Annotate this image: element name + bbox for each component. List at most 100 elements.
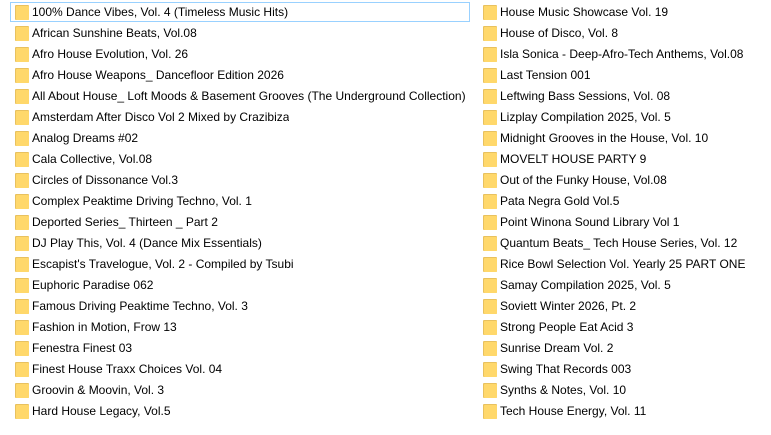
folder-name: Tech House Energy, Vol. 11 <box>500 404 647 418</box>
folder-name: Synths & Notes, Vol. 10 <box>500 383 627 397</box>
folder-name: Complex Peaktime Driving Techno, Vol. 1 <box>32 194 252 208</box>
folder-item[interactable]: Point Winona Sound Library Vol 1 <box>478 212 768 232</box>
folder-item[interactable]: Leftwing Bass Sessions, Vol. 08 <box>478 86 768 106</box>
folder-name: Escapist's Travelogue, Vol. 2 - Compiled… <box>32 257 294 271</box>
folder-icon <box>483 46 497 62</box>
folder-item[interactable]: Cala Collective, Vol.08 <box>10 149 470 169</box>
folder-item[interactable]: Swing That Records 003 <box>478 359 768 379</box>
folder-icon <box>15 172 29 188</box>
folder-item[interactable]: Out of the Funky House, Vol.08 <box>478 170 768 190</box>
folder-icon <box>483 172 497 188</box>
folder-name: Euphoric Paradise 062 <box>32 278 154 292</box>
folder-icon <box>483 88 497 104</box>
folder-item[interactable]: Afro House Evolution, Vol. 26 <box>10 44 470 64</box>
folder-icon <box>15 298 29 314</box>
folder-item[interactable]: Finest House Traxx Choices Vol. 04 <box>10 359 470 379</box>
folder-item[interactable]: Escapist's Travelogue, Vol. 2 - Compiled… <box>10 254 470 274</box>
folder-name: House of Disco, Vol. 8 <box>500 26 619 40</box>
folder-name: Out of the Funky House, Vol.08 <box>500 173 667 187</box>
folder-item[interactable]: Sunrise Dream Vol. 2 <box>478 338 768 358</box>
folder-item[interactable]: Hard House Legacy, Vol.5 <box>10 401 470 421</box>
folder-icon <box>483 340 497 356</box>
folder-name: Point Winona Sound Library Vol 1 <box>500 215 680 229</box>
folder-name: Groovin & Moovin, Vol. 3 <box>32 383 165 397</box>
folder-name: Quantum Beats_ Tech House Series, Vol. 1… <box>500 236 738 250</box>
folder-name: 100% Dance Vibes, Vol. 4 (Timeless Music… <box>32 5 289 19</box>
folder-item[interactable]: Quantum Beats_ Tech House Series, Vol. 1… <box>478 233 768 253</box>
folder-icon <box>15 340 29 356</box>
folder-icon <box>15 130 29 146</box>
folder-name: Soviett Winter 2026, Pt. 2 <box>500 299 637 313</box>
folder-name: Analog Dreams #02 <box>32 131 139 145</box>
folder-name: DJ Play This, Vol. 4 (Dance Mix Essentia… <box>32 236 262 250</box>
file-list: 100% Dance Vibes, Vol. 4 (Timeless Music… <box>0 0 771 435</box>
folder-icon <box>483 361 497 377</box>
folder-name: Circles of Dissonance Vol.3 <box>32 173 179 187</box>
folder-item[interactable]: DJ Play This, Vol. 4 (Dance Mix Essentia… <box>10 233 470 253</box>
folder-name: Rice Bowl Selection Vol. Yearly 25 PART … <box>500 257 746 271</box>
folder-item[interactable]: Circles of Dissonance Vol.3 <box>10 170 470 190</box>
folder-name: Isla Sonica - Deep-Afro-Tech Anthems, Vo… <box>500 47 744 61</box>
folder-item[interactable]: Strong People Eat Acid 3 <box>478 317 768 337</box>
folder-icon <box>483 214 497 230</box>
folder-item[interactable]: Fenestra Finest 03 <box>10 338 470 358</box>
folder-name: Amsterdam After Disco Vol 2 Mixed by Cra… <box>32 110 290 124</box>
folder-item[interactable]: Samay Compilation 2025, Vol. 5 <box>478 275 768 295</box>
folder-icon <box>15 256 29 272</box>
folder-icon <box>483 130 497 146</box>
folder-icon <box>483 235 497 251</box>
folder-item[interactable]: Afro House Weapons_ Dancefloor Edition 2… <box>10 65 470 85</box>
folder-item[interactable]: Amsterdam After Disco Vol 2 Mixed by Cra… <box>10 107 470 127</box>
folder-icon <box>15 151 29 167</box>
folder-name: Leftwing Bass Sessions, Vol. 08 <box>500 89 671 103</box>
folder-icon <box>483 277 497 293</box>
folder-item[interactable]: Lizplay Compilation 2025, Vol. 5 <box>478 107 768 127</box>
folder-item[interactable]: All About House_ Loft Moods & Basement G… <box>10 86 470 106</box>
folder-icon <box>15 361 29 377</box>
folder-item[interactable]: Analog Dreams #02 <box>10 128 470 148</box>
folder-name: Cala Collective, Vol.08 <box>32 152 153 166</box>
folder-name: All About House_ Loft Moods & Basement G… <box>32 89 466 103</box>
folder-item[interactable]: Deported Series_ Thirteen _ Part 2 <box>10 212 470 232</box>
folder-item[interactable]: Complex Peaktime Driving Techno, Vol. 1 <box>10 191 470 211</box>
folder-icon <box>483 403 497 419</box>
folder-icon <box>483 298 497 314</box>
folder-name: African Sunshine Beats, Vol.08 <box>32 26 197 40</box>
folder-icon <box>15 214 29 230</box>
folder-icon <box>15 193 29 209</box>
folder-name: Finest House Traxx Choices Vol. 04 <box>32 362 223 376</box>
folder-icon <box>15 67 29 83</box>
folder-icon <box>15 235 29 251</box>
folder-icon <box>15 277 29 293</box>
folder-icon <box>483 25 497 41</box>
folder-item[interactable]: MOVELT HOUSE PARTY 9 <box>478 149 768 169</box>
folder-item[interactable]: Rice Bowl Selection Vol. Yearly 25 PART … <box>478 254 768 274</box>
folder-icon <box>15 403 29 419</box>
folder-icon <box>483 4 497 20</box>
folder-name: Fashion in Motion, Frow 13 <box>32 320 177 334</box>
folder-item[interactable]: House of Disco, Vol. 8 <box>478 23 768 43</box>
folder-name: Famous Driving Peaktime Techno, Vol. 3 <box>32 299 248 313</box>
folder-icon <box>483 193 497 209</box>
folder-item[interactable]: Midnight Grooves in the House, Vol. 10 <box>478 128 768 148</box>
folder-item[interactable]: Pata Negra Gold Vol.5 <box>478 191 768 211</box>
folder-item[interactable]: Isla Sonica - Deep-Afro-Tech Anthems, Vo… <box>478 44 768 64</box>
folder-item[interactable]: House Music Showcase Vol. 19 <box>478 2 768 22</box>
folder-item[interactable]: Groovin & Moovin, Vol. 3 <box>10 380 470 400</box>
folder-item[interactable]: Tech House Energy, Vol. 11 <box>478 401 768 421</box>
folder-item[interactable]: 100% Dance Vibes, Vol. 4 (Timeless Music… <box>10 2 470 22</box>
folder-name: Deported Series_ Thirteen _ Part 2 <box>32 215 218 229</box>
folder-item[interactable]: Soviett Winter 2026, Pt. 2 <box>478 296 768 316</box>
folder-item[interactable]: Famous Driving Peaktime Techno, Vol. 3 <box>10 296 470 316</box>
folder-icon <box>15 88 29 104</box>
folder-icon <box>15 46 29 62</box>
folder-name: Last Tension 001 <box>500 68 591 82</box>
folder-item[interactable]: Fashion in Motion, Frow 13 <box>10 317 470 337</box>
folder-icon <box>15 319 29 335</box>
folder-item[interactable]: Last Tension 001 <box>478 65 768 85</box>
folder-icon <box>15 4 29 20</box>
folder-name: Swing That Records 003 <box>500 362 632 376</box>
folder-item[interactable]: Synths & Notes, Vol. 10 <box>478 380 768 400</box>
folder-item[interactable]: Euphoric Paradise 062 <box>10 275 470 295</box>
folder-item[interactable]: African Sunshine Beats, Vol.08 <box>10 23 470 43</box>
